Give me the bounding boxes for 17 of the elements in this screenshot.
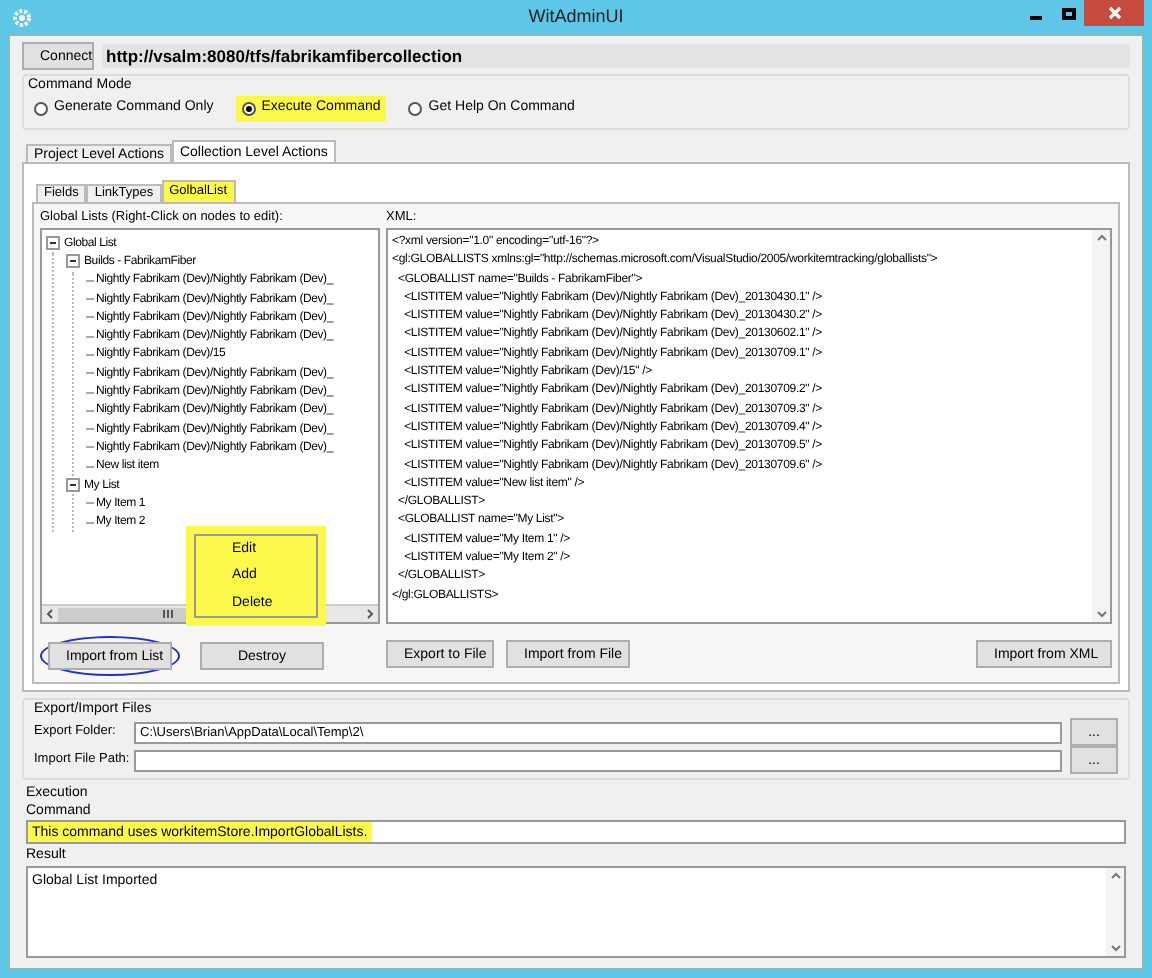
- window-title: WitAdminUI: [528, 3, 624, 30]
- scroll-left-icon[interactable]: [42, 606, 58, 622]
- close-button[interactable]: [1084, 0, 1144, 26]
- xml-editor[interactable]: [386, 228, 1112, 624]
- scroll-down-icon[interactable]: [1093, 606, 1109, 622]
- collapse-icon[interactable]: [46, 236, 60, 251]
- server-url: http://vsalm:8080/tfs/fabrikamfibercollection: [102, 44, 1130, 68]
- gear-icon: [12, 7, 32, 27]
- collapse-icon[interactable]: [66, 254, 80, 269]
- grip-icon: [162, 610, 174, 618]
- scroll-down-icon[interactable]: [1107, 940, 1123, 956]
- close-icon: [1107, 6, 1121, 20]
- collapse-icon[interactable]: [66, 478, 80, 492]
- scroll-up-icon[interactable]: [1093, 230, 1109, 246]
- scroll-right-icon[interactable]: [362, 606, 378, 622]
- scroll-up-icon[interactable]: [1107, 868, 1123, 884]
- path-field[interactable]: [134, 749, 1062, 771]
